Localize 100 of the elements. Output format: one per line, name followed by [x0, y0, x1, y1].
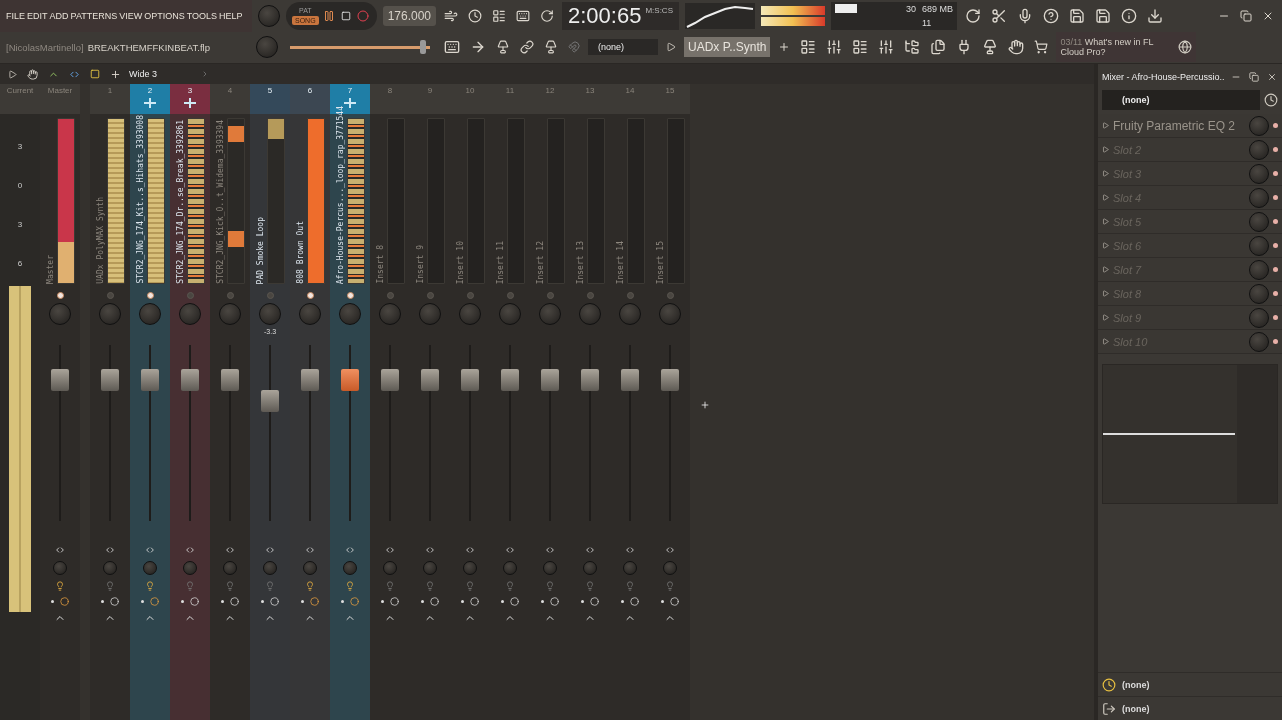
link-icon[interactable]: [518, 38, 536, 57]
fader-track[interactable]: [581, 345, 599, 521]
restore-icon[interactable]: [1238, 7, 1254, 24]
fader-handle[interactable]: [501, 369, 519, 392]
fader-track[interactable]: [101, 345, 119, 521]
fader-handle[interactable]: [51, 369, 69, 392]
menu-item[interactable]: VIEW: [119, 10, 143, 21]
bulb-icon[interactable]: [305, 581, 315, 591]
led-indicator[interactable]: [346, 292, 354, 299]
slot-led[interactable]: [1273, 195, 1278, 200]
fader-handle[interactable]: [381, 369, 399, 392]
bulb-icon[interactable]: [545, 581, 555, 591]
ring-icon[interactable]: [310, 597, 319, 606]
ring-icon[interactable]: [590, 597, 599, 606]
fader-handle[interactable]: [341, 369, 359, 392]
fader-track[interactable]: [341, 345, 359, 521]
mixer-strip[interactable]: 14 Insert 14: [610, 84, 650, 720]
bulb-icon[interactable]: [465, 581, 475, 591]
bulb-icon[interactable]: [55, 581, 65, 591]
ring-icon[interactable]: [110, 597, 119, 606]
menu-item[interactable]: PATTERNS: [70, 10, 118, 21]
ring-icon[interactable]: [390, 597, 399, 606]
bulb-icon[interactable]: [105, 581, 115, 591]
fader-track[interactable]: [621, 345, 639, 521]
led-indicator[interactable]: [56, 292, 64, 299]
fader-track[interactable]: [541, 345, 559, 521]
pattern-selector[interactable]: (none): [588, 39, 658, 56]
hand-icon[interactable]: [25, 66, 40, 82]
ring-icon[interactable]: [230, 597, 239, 606]
fader-track[interactable]: [51, 345, 69, 521]
mixer-strip[interactable]: 10 Insert 10: [450, 84, 490, 720]
ring-icon[interactable]: [190, 597, 199, 606]
ring-icon[interactable]: [550, 597, 559, 606]
ring-icon[interactable]: [270, 597, 279, 606]
slot-led[interactable]: [1273, 147, 1278, 152]
fader-track[interactable]: [501, 345, 519, 521]
ring-icon[interactable]: [60, 597, 69, 606]
output-selector[interactable]: (none): [1122, 703, 1278, 714]
slot-led[interactable]: [1273, 339, 1278, 344]
fader-handle[interactable]: [101, 369, 119, 392]
slider-track[interactable]: [290, 40, 430, 55]
slot-led[interactable]: [1273, 171, 1278, 176]
fader-handle[interactable]: [221, 369, 239, 392]
menu-item[interactable]: ADD: [49, 10, 69, 21]
fader-handle[interactable]: [581, 369, 599, 392]
play-icon[interactable]: [6, 67, 19, 81]
mixer-strip[interactable]: 3 STCR2_JNG_174_Dr..se_Break_3392861: [170, 84, 210, 720]
fader-handle[interactable]: [541, 369, 559, 392]
fader-track[interactable]: [181, 345, 199, 521]
bulb-icon[interactable]: [505, 581, 515, 591]
led-indicator[interactable]: [146, 292, 154, 299]
news-panel[interactable]: 03/11 What's new in FL Cloud Pro?: [1056, 32, 1197, 63]
fader-track[interactable]: [461, 345, 479, 521]
ring-icon[interactable]: [470, 597, 479, 606]
output-icon[interactable]: [1102, 701, 1116, 716]
menu-item[interactable]: EDIT: [27, 10, 48, 21]
bulb-icon[interactable]: [625, 581, 635, 591]
slot-led[interactable]: [1273, 291, 1278, 296]
fader-track[interactable]: [301, 345, 319, 521]
ring-icon[interactable]: [150, 597, 159, 606]
bulb-icon[interactable]: [425, 581, 435, 591]
fader-handle[interactable]: [261, 390, 279, 413]
fader-handle[interactable]: [421, 369, 439, 392]
bulb-icon[interactable]: [145, 581, 155, 591]
mixer-strip[interactable]: 11 Insert 11: [490, 84, 530, 720]
ring-icon[interactable]: [670, 597, 679, 606]
fader-track[interactable]: [421, 345, 439, 521]
mixer-strip[interactable]: 7 Afro-House-Percus..._loop_rap_3771544: [330, 84, 370, 720]
bulb-icon[interactable]: [585, 581, 595, 591]
bulb-icon[interactable]: [665, 581, 675, 591]
restore-icon[interactable]: [1246, 70, 1261, 84]
mixer-strip[interactable]: 6 808 Brown Out: [290, 84, 330, 720]
slot-led[interactable]: [1273, 123, 1278, 128]
fader-handle[interactable]: [301, 369, 319, 392]
fader-track[interactable]: [261, 345, 279, 521]
mixer-strip[interactable]: 1 UADx PolyMAX Synth: [90, 84, 130, 720]
ring-icon[interactable]: [350, 597, 359, 606]
fader-handle[interactable]: [461, 369, 479, 392]
fader-handle[interactable]: [621, 369, 639, 392]
mixer-strip[interactable]: 9 Insert 9: [410, 84, 450, 720]
menu-item[interactable]: FILE: [6, 10, 25, 21]
fader-handle[interactable]: [141, 369, 159, 392]
menu-item[interactable]: TOOLS: [186, 10, 218, 21]
mixer-strip[interactable]: 2 STCR2_JNG_174_Kit..s_Hihats_3393008: [130, 84, 170, 720]
slot-led[interactable]: [1273, 243, 1278, 248]
mixer-strip[interactable]: 8 Insert 8: [370, 84, 410, 720]
bulb-icon[interactable]: [345, 581, 355, 591]
bulb-icon[interactable]: [385, 581, 395, 591]
ring-icon[interactable]: [430, 597, 439, 606]
fader-track[interactable]: [221, 345, 239, 521]
menu-item[interactable]: OPTIONS: [144, 10, 185, 21]
preset-dropdown[interactable]: (none): [1102, 90, 1260, 110]
mixer-strip[interactable]: Master Master: [40, 84, 80, 720]
fader-track[interactable]: [141, 345, 159, 521]
slider-handle[interactable]: [420, 40, 426, 55]
tempo-field[interactable]: 176.000: [382, 5, 436, 26]
fader-handle[interactable]: [181, 369, 199, 392]
mixer-strip[interactable]: 15 Insert 15: [650, 84, 690, 720]
channel-selector[interactable]: UADx P..Synth: [684, 37, 771, 58]
menu-item[interactable]: HELP: [219, 10, 243, 21]
